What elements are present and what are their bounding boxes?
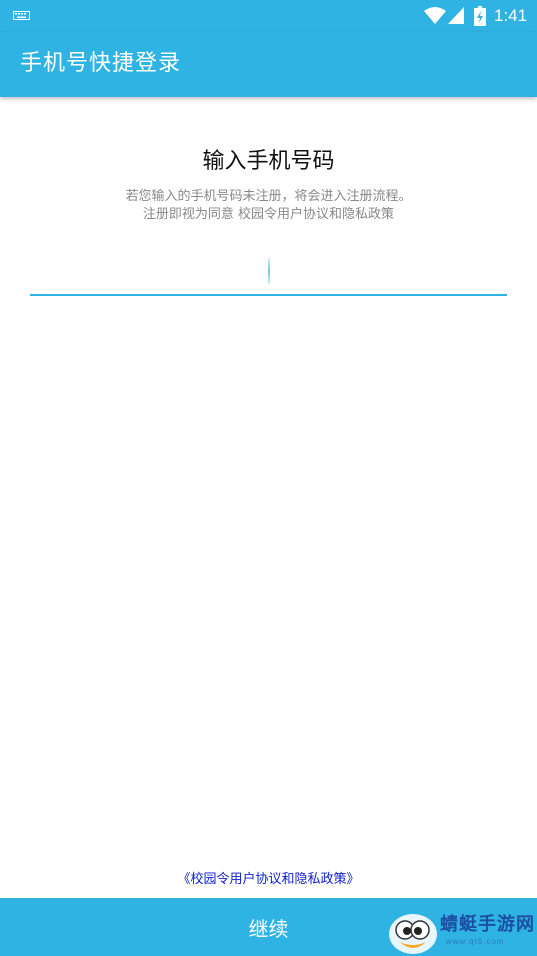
- app-bar: 手机号快捷登录: [0, 32, 537, 97]
- heading: 输入手机号码: [202, 149, 335, 174]
- keyboard-icon: [13, 11, 30, 20]
- status-time: 1:41: [494, 6, 528, 25]
- text-cursor: [268, 258, 270, 284]
- subtitle-line-1: 若您输入的手机号码未注册，将会进入注册流程。: [125, 189, 412, 204]
- page-title: 手机号快捷登录: [20, 51, 182, 76]
- battery-charging-icon: [474, 6, 486, 26]
- wifi-icon: [424, 7, 446, 24]
- subtitle-line-2: 注册即视为同意 校园令用户协议和隐私政策: [142, 207, 395, 222]
- status-bar: 1:41: [0, 0, 537, 32]
- continue-button[interactable]: 继续: [0, 898, 537, 956]
- agreement-link[interactable]: 《校园令用户协议和隐私政策》: [0, 871, 537, 889]
- signal-icon: [448, 7, 464, 24]
